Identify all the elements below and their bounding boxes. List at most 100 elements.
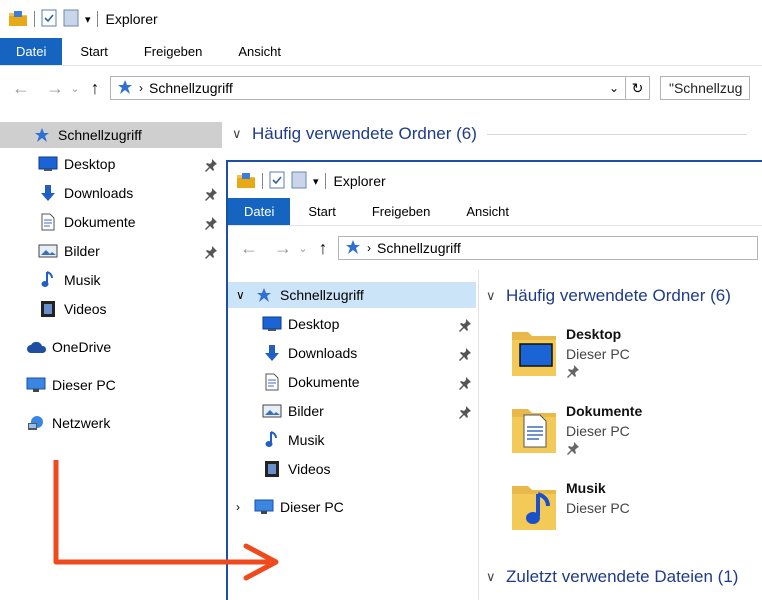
document-icon <box>38 213 58 231</box>
nav-item-videos[interactable]: Videos <box>228 456 476 482</box>
nav-label: Netzwerk <box>52 415 111 431</box>
customize-toolbar-chevron-icon[interactable]: ▾ <box>313 175 319 188</box>
tab-ansicht[interactable]: Ansicht <box>448 198 527 225</box>
document-icon <box>262 373 282 391</box>
nav-label: Desktop <box>64 156 116 172</box>
nav-item-onedrive[interactable]: OneDrive <box>0 334 222 360</box>
foreground-explorer-window: ▾ Explorer Datei Start Freigeben Ansicht… <box>226 160 762 600</box>
quick-access-toolbar: ▾ <box>236 171 326 192</box>
music-note-icon <box>38 271 58 289</box>
up-arrow-icon[interactable]: ↑ <box>82 78 108 99</box>
nav-item-bilder[interactable]: Bilder <box>0 238 222 264</box>
tab-datei[interactable]: Datei <box>228 198 291 225</box>
tab-start[interactable]: Start <box>290 198 353 225</box>
nav-label: Downloads <box>288 345 358 361</box>
nav-label: Videos <box>64 301 107 317</box>
address-dropdown-icon[interactable]: ⌄ <box>609 81 619 95</box>
customize-toolbar-chevron-icon[interactable]: ▾ <box>85 13 91 26</box>
tab-datei[interactable]: Datei <box>0 38 63 65</box>
window-title: Explorer <box>105 11 158 27</box>
expand-chevron-down-icon[interactable]: ∨ <box>236 288 254 302</box>
desktop-folder-icon <box>510 326 558 378</box>
nav-label: Musik <box>288 432 325 448</box>
section-divider <box>486 133 747 135</box>
folder-name: Dokumente <box>566 403 643 419</box>
section-heading-frequent[interactable]: ∨ Häufig verwendete Ordner (6) <box>232 124 747 144</box>
window-title: Explorer <box>333 173 386 189</box>
nav-label: Bilder <box>64 243 100 259</box>
nav-label: OneDrive <box>52 339 112 355</box>
pin-icon[interactable] <box>458 376 472 390</box>
documents-folder-icon <box>510 403 558 455</box>
new-folder-icon[interactable] <box>291 171 307 192</box>
search-input[interactable]: "Schnellzug <box>660 76 750 100</box>
ribbon-tabs: Datei Start Freigeben Ansicht <box>0 38 762 66</box>
breadcrumb-separator-icon: › <box>139 81 143 95</box>
new-folder-icon[interactable] <box>63 9 79 30</box>
section-title: Häufig verwendete Ordner (6) <box>506 286 731 305</box>
pin-icon[interactable] <box>204 216 218 230</box>
pin-icon[interactable] <box>566 364 580 381</box>
properties-icon[interactable] <box>269 171 285 192</box>
collapse-chevron-icon[interactable]: ∨ <box>486 288 500 304</box>
expand-chevron-right-icon[interactable]: › <box>236 500 254 514</box>
pin-icon[interactable] <box>204 187 218 201</box>
pin-icon[interactable] <box>204 158 218 172</box>
quick-access-star-icon <box>117 79 133 98</box>
computer-monitor-icon <box>254 498 274 516</box>
back-arrow-icon[interactable]: ← <box>236 238 262 259</box>
pin-icon[interactable] <box>458 347 472 361</box>
nav-label: Videos <box>288 461 331 477</box>
forward-arrow-icon[interactable]: → <box>270 238 296 259</box>
address-input[interactable]: › Schnellzugriff <box>338 236 758 260</box>
nav-label: Downloads <box>64 185 134 201</box>
navigation-pane: ∨ Schnellzugriff Desktop Downloads Dokum… <box>228 282 478 600</box>
onedrive-cloud-icon <box>26 338 46 356</box>
pin-icon[interactable] <box>566 441 580 458</box>
forward-arrow-icon[interactable]: → <box>42 78 68 99</box>
folder-name: Desktop <box>566 326 622 342</box>
folder-app-icon[interactable] <box>236 171 256 192</box>
folder-name: Musik <box>566 480 606 496</box>
section-heading-recent[interactable]: ∨ Zuletzt verwendete Dateien (1) <box>486 567 738 587</box>
address-bar-row: ← → ⌄ ↑ › Schnellzugriff <box>228 230 762 266</box>
nav-item-musik[interactable]: Musik <box>0 267 222 293</box>
nav-item-bilder[interactable]: Bilder <box>228 398 476 424</box>
back-arrow-icon[interactable]: ← <box>8 78 34 99</box>
nav-item-dokumente[interactable]: Dokumente <box>228 369 476 395</box>
pictures-icon <box>38 242 58 260</box>
nav-item-schnellzugriff[interactable]: Schnellzugriff <box>0 122 222 148</box>
collapse-chevron-icon[interactable]: ∨ <box>486 569 500 585</box>
nav-item-desktop[interactable]: Desktop <box>0 151 222 177</box>
tab-freigeben[interactable]: Freigeben <box>126 38 221 65</box>
tab-ansicht[interactable]: Ansicht <box>220 38 299 65</box>
recent-locations-chevron-icon[interactable]: ⌄ <box>68 82 82 95</box>
collapse-chevron-icon[interactable]: ∨ <box>232 126 246 142</box>
tab-start[interactable]: Start <box>62 38 125 65</box>
nav-item-dokumente[interactable]: Dokumente <box>0 209 222 235</box>
pin-icon[interactable] <box>458 318 472 332</box>
nav-item-dieser-pc[interactable]: › Dieser PC <box>228 494 476 520</box>
computer-monitor-icon <box>26 376 46 394</box>
address-input[interactable]: › Schnellzugriff ⌄ <box>110 76 626 100</box>
nav-item-dieser-pc[interactable]: Dieser PC <box>0 372 222 398</box>
section-heading-frequent[interactable]: ∨ Häufig verwendete Ordner (6) <box>486 286 731 306</box>
properties-icon[interactable] <box>41 9 57 30</box>
nav-item-desktop[interactable]: Desktop <box>228 311 476 337</box>
recent-locations-chevron-icon[interactable]: ⌄ <box>296 242 310 255</box>
nav-item-schnellzugriff[interactable]: ∨ Schnellzugriff <box>228 282 476 308</box>
refresh-button[interactable]: ↻ <box>626 76 650 100</box>
tab-freigeben[interactable]: Freigeben <box>354 198 449 225</box>
pin-icon[interactable] <box>458 405 472 419</box>
refresh-icon: ↻ <box>631 79 644 96</box>
nav-item-musik[interactable]: Musik <box>228 427 476 453</box>
folder-app-icon[interactable] <box>8 9 28 30</box>
nav-item-netzwerk[interactable]: Netzwerk <box>0 410 222 436</box>
nav-item-downloads[interactable]: Downloads <box>0 180 222 206</box>
up-arrow-icon[interactable]: ↑ <box>310 238 336 259</box>
nav-item-downloads[interactable]: Downloads <box>228 340 476 366</box>
nav-item-videos[interactable]: Videos <box>0 296 222 322</box>
ribbon-tabs: Datei Start Freigeben Ansicht <box>228 198 762 226</box>
quick-access-toolbar: ▾ <box>8 9 98 30</box>
pin-icon[interactable] <box>204 245 218 259</box>
